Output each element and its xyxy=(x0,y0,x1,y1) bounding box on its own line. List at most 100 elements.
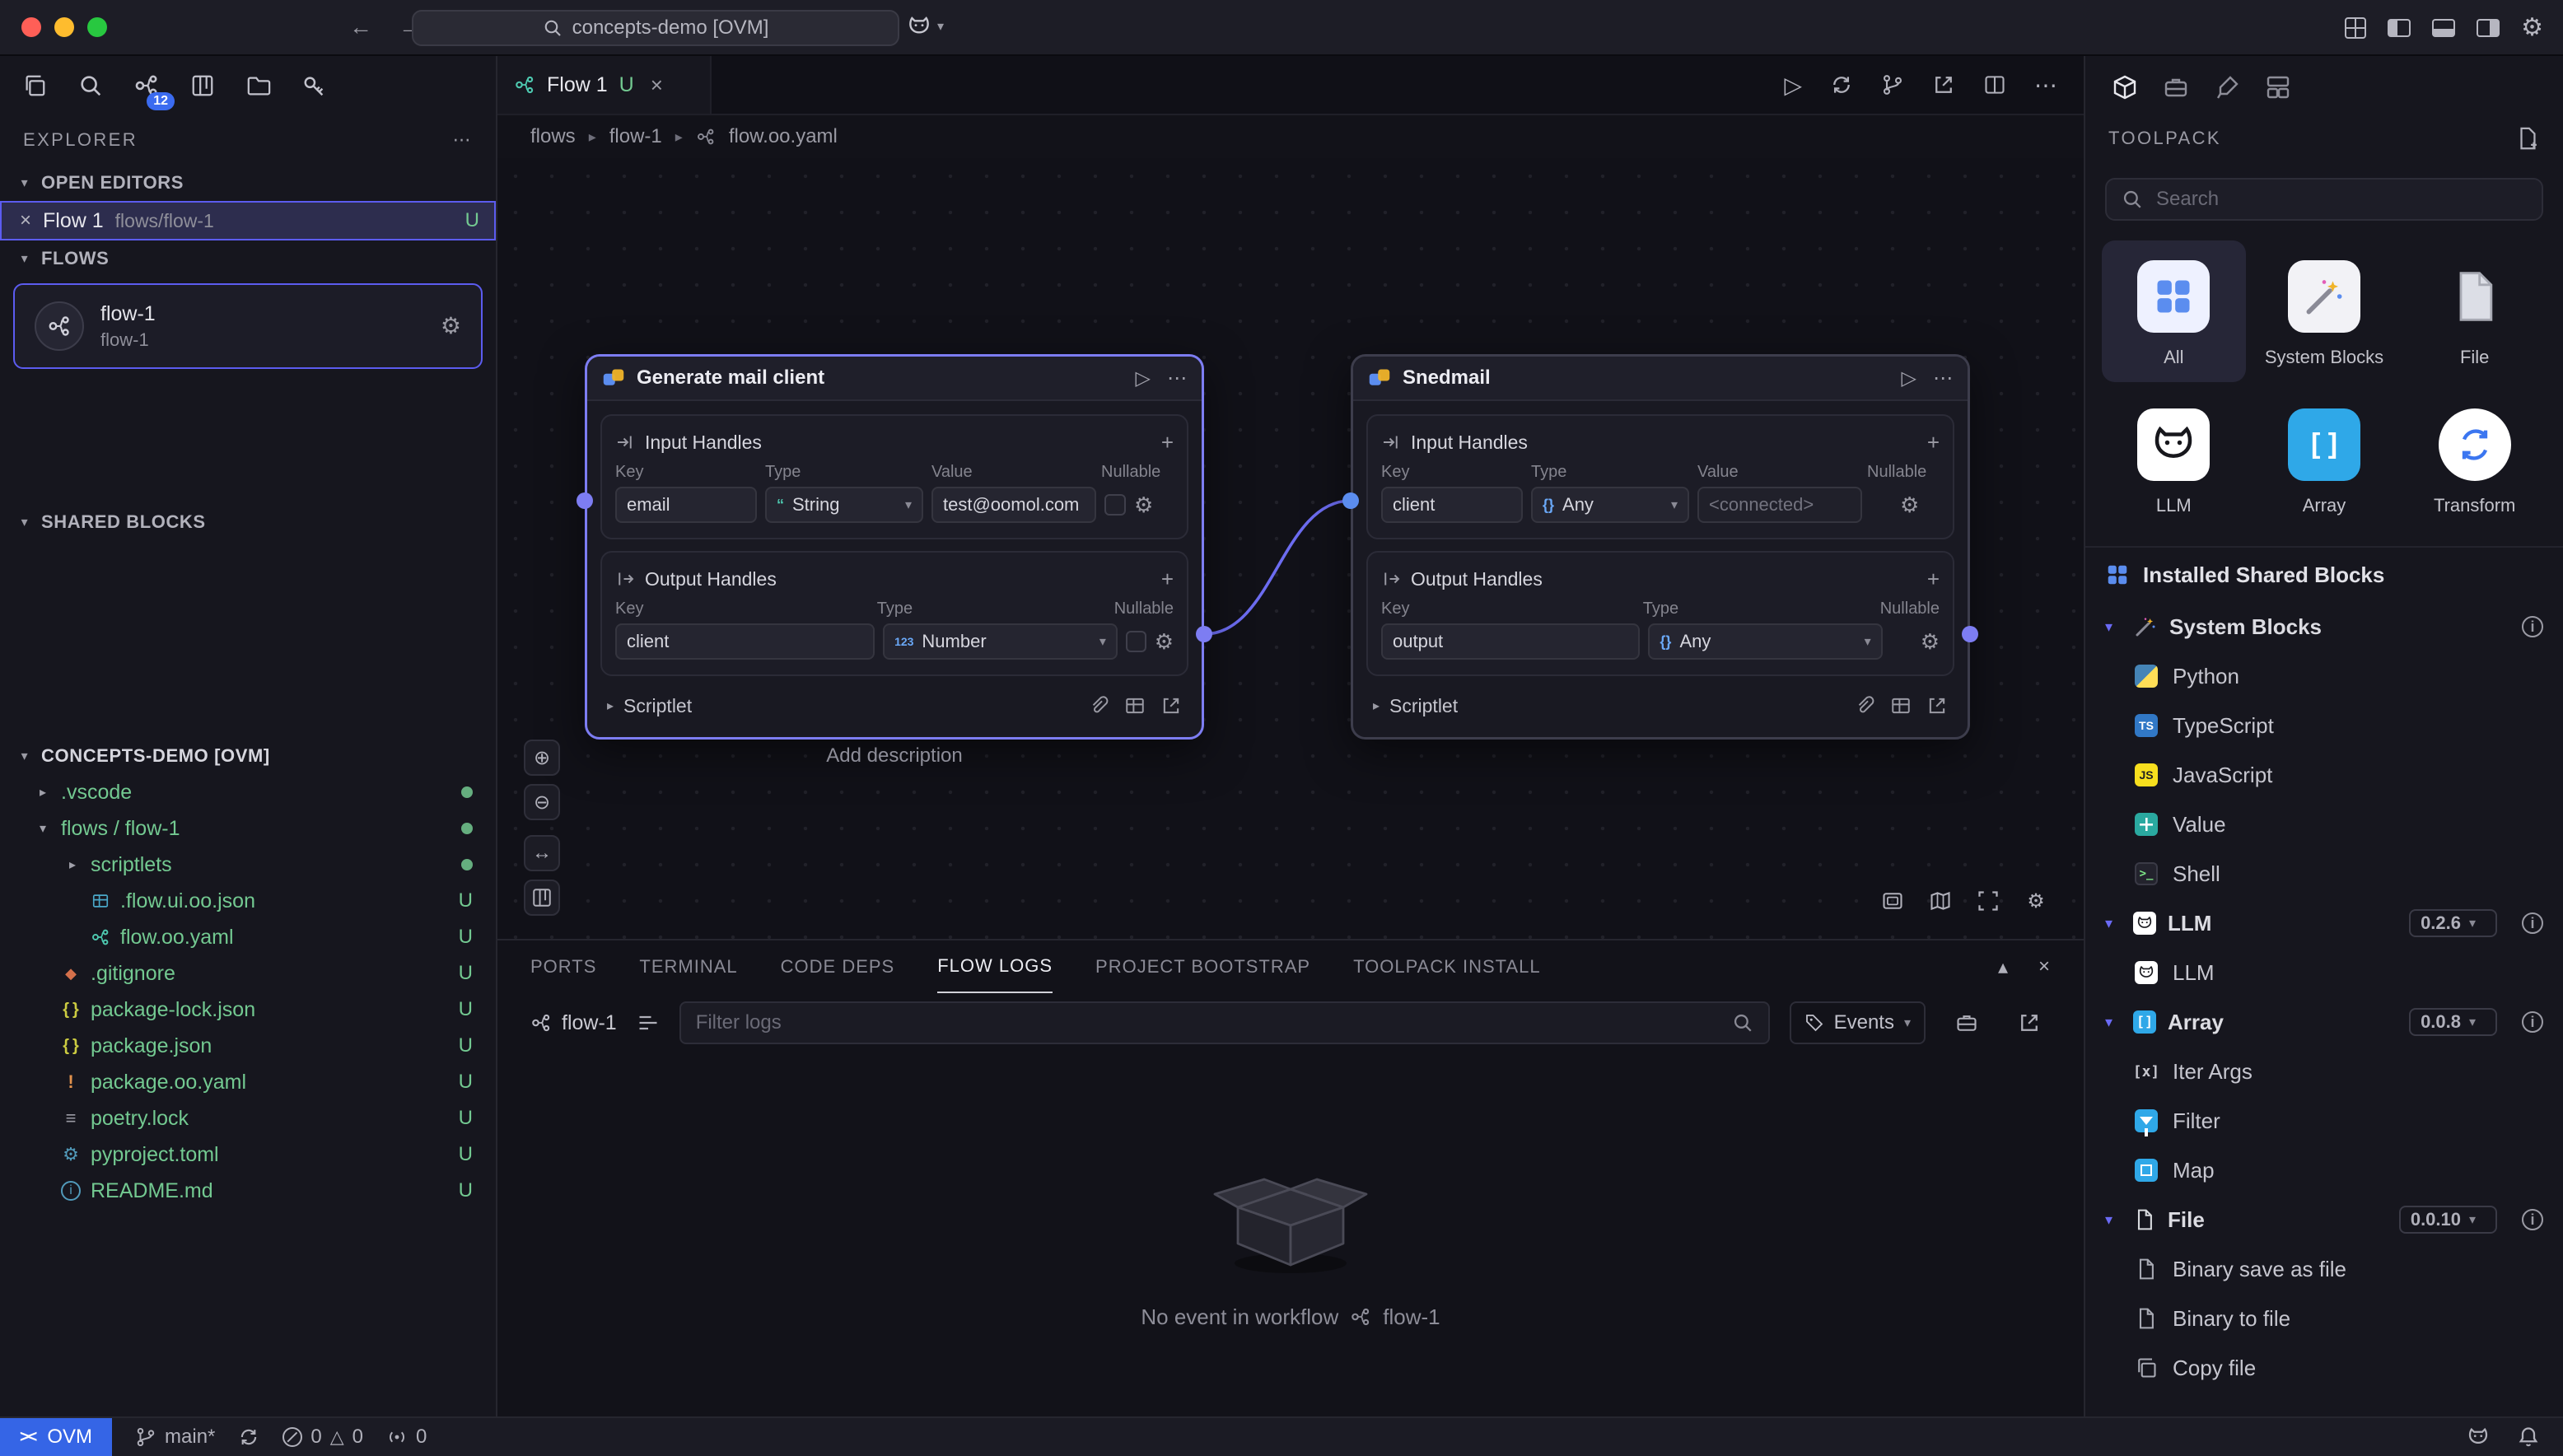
zoom-out-button[interactable]: ⊖ xyxy=(524,784,560,820)
type-select[interactable]: {} Any ▾ xyxy=(1531,487,1689,523)
window-zoom-button[interactable] xyxy=(87,17,107,37)
version-dropdown[interactable]: 0.2.6▾ xyxy=(2409,909,2497,937)
group-system-blocks[interactable]: ▾ System Blocks i xyxy=(2085,602,2563,651)
toolpack-search-field[interactable] xyxy=(2105,178,2543,221)
customize-layout-icon[interactable] xyxy=(2345,17,2366,39)
add-description-button[interactable]: Add description xyxy=(585,744,1204,768)
tree-item-vscode[interactable]: ▸.vscode xyxy=(0,774,496,810)
open-editors-section-header[interactable]: ▾ OPEN EDITORS xyxy=(0,165,496,201)
log-filter-input[interactable] xyxy=(696,1011,1719,1034)
tree-item-package-json[interactable]: { }package.jsonU xyxy=(0,1028,496,1064)
tool-file[interactable]: File xyxy=(2402,240,2547,382)
scriptlets-key-icon[interactable] xyxy=(296,68,333,104)
breadcrumb-item[interactable]: flow.oo.yaml xyxy=(729,125,838,148)
branch-compare-icon[interactable] xyxy=(1881,73,1904,96)
node-generate-mail-client[interactable]: Generate mail client ▷ ⋯ Input Handles +… xyxy=(585,354,1204,740)
handle-settings-gear-icon[interactable]: ⚙ xyxy=(1155,631,1174,652)
files-copy-icon[interactable] xyxy=(16,68,53,104)
split-editor-icon[interactable] xyxy=(1983,73,2006,96)
nullable-checkbox[interactable] xyxy=(1126,631,1146,652)
flow-selector[interactable]: flow-1 xyxy=(530,1011,617,1035)
sync-status[interactable] xyxy=(238,1426,259,1448)
version-dropdown[interactable]: 0.0.8▾ xyxy=(2409,1008,2497,1036)
rerun-icon[interactable] xyxy=(1830,73,1853,96)
brush-icon[interactable] xyxy=(2214,71,2240,101)
group-array[interactable]: ▾ [ ] Array 0.0.8▾ i xyxy=(2085,997,2563,1047)
table-icon[interactable] xyxy=(1124,695,1146,716)
value-input[interactable]: test@oomol.com xyxy=(931,487,1096,523)
export-icon[interactable] xyxy=(1932,73,1955,96)
tool-all[interactable]: All xyxy=(2102,240,2246,382)
tab-code-deps[interactable]: CODE DEPS xyxy=(781,940,895,993)
remote-indicator[interactable]: >< OVM xyxy=(0,1418,112,1456)
minimap-icon[interactable] xyxy=(1922,883,1958,919)
node-snedmail[interactable]: Snedmail ▷ ⋯ Input Handles + Key Type xyxy=(1351,354,1970,740)
open-editor-item-flow-1[interactable]: × Flow 1 flows/flow-1 U xyxy=(0,201,496,240)
flow-canvas[interactable]: Generate mail client ▷ ⋯ Input Handles +… xyxy=(497,158,2084,939)
add-handle-icon[interactable]: + xyxy=(1161,567,1174,592)
window-minimize-button[interactable] xyxy=(54,17,74,37)
scriptlet-section[interactable]: ▸ Scriptlet xyxy=(600,688,1188,724)
tab-flow-logs[interactable]: FLOW LOGS xyxy=(937,940,1053,993)
input-port-dot[interactable] xyxy=(1342,492,1359,509)
close-icon[interactable]: × xyxy=(20,209,31,232)
fullscreen-icon[interactable] xyxy=(1970,883,2006,919)
group-file[interactable]: ▾ File 0.0.10▾ i xyxy=(2085,1195,2563,1244)
history-back-button[interactable]: ← xyxy=(349,14,372,40)
flows-icon[interactable]: 12 xyxy=(128,68,165,104)
tab-terminal[interactable]: TERMINAL xyxy=(639,940,737,993)
key-input[interactable]: output xyxy=(1381,623,1640,660)
add-handle-icon[interactable]: + xyxy=(1927,567,1940,592)
flow-settings-gear-icon[interactable]: ⚙ xyxy=(441,315,461,338)
tab-project-bootstrap[interactable]: PROJECT BOOTSTRAP xyxy=(1095,940,1310,993)
tree-item-readme[interactable]: iREADME.mdU xyxy=(0,1173,496,1209)
open-external-icon[interactable] xyxy=(1926,695,1948,716)
key-input[interactable]: email xyxy=(615,487,757,523)
tree-item-poetry-lock[interactable]: ≡poetry.lockU xyxy=(0,1100,496,1136)
key-input[interactable]: client xyxy=(1381,487,1523,523)
group-llm[interactable]: ▾ LLM 0.2.6▾ i xyxy=(2085,898,2563,948)
block-item-filter[interactable]: Filter xyxy=(2085,1096,2563,1146)
block-item-javascript[interactable]: JSJavaScript xyxy=(2085,750,2563,800)
command-center-search[interactable]: concepts-demo [OVM] xyxy=(412,10,899,46)
problems-status[interactable]: 0 △ 0 xyxy=(282,1426,363,1449)
attachment-icon[interactable] xyxy=(1088,695,1109,716)
panel-maximize-icon[interactable]: ▴ xyxy=(1998,955,2009,979)
window-close-button[interactable] xyxy=(21,17,41,37)
log-levels-icon[interactable] xyxy=(637,1011,660,1034)
zoom-in-button[interactable]: ⊕ xyxy=(524,740,560,776)
handle-settings-gear-icon[interactable]: ⚙ xyxy=(1921,631,1940,652)
info-icon[interactable]: i xyxy=(2522,616,2543,637)
tab-flow-1[interactable]: Flow 1 U × xyxy=(497,56,712,114)
handle-settings-gear-icon[interactable]: ⚙ xyxy=(1134,494,1153,516)
preview-frame-icon[interactable] xyxy=(1874,883,1911,919)
info-icon[interactable]: i xyxy=(2522,1209,2543,1230)
breadcrumb-item[interactable]: flow-1 xyxy=(609,125,662,148)
flow-card-flow-1[interactable]: flow-1 flow-1 ⚙ xyxy=(13,283,483,369)
block-item-map[interactable]: Map xyxy=(2085,1146,2563,1195)
tree-item-gitignore[interactable]: ◆.gitignoreU xyxy=(0,955,496,992)
settings-gear-icon[interactable]: ⚙ xyxy=(2521,16,2543,40)
add-handle-icon[interactable]: + xyxy=(1927,430,1940,455)
output-port-dot[interactable] xyxy=(1962,626,1978,642)
folder-icon[interactable] xyxy=(240,68,277,104)
block-item-llm[interactable]: LLM xyxy=(2085,948,2563,997)
search-icon[interactable] xyxy=(72,68,109,104)
tab-ports[interactable]: PORTS xyxy=(530,940,596,993)
toolpack-search-input[interactable] xyxy=(2156,188,2527,211)
tree-item-flows-flow-1[interactable]: ▾flows / flow-1 xyxy=(0,810,496,847)
scriptlet-section[interactable]: ▸ Scriptlet xyxy=(1366,688,1954,724)
cat-icon[interactable] xyxy=(2466,1425,2491,1449)
type-select[interactable]: 123 Number ▾ xyxy=(883,623,1118,660)
auto-layout-button[interactable] xyxy=(524,880,560,916)
close-icon[interactable]: × xyxy=(651,72,663,98)
more-actions-icon[interactable]: ⋯ xyxy=(2034,72,2057,99)
toolbox-icon[interactable] xyxy=(2163,71,2189,101)
type-select[interactable]: “ String ▾ xyxy=(765,487,923,523)
new-toolpack-icon[interactable] xyxy=(2515,126,2540,151)
tool-transform[interactable]: Transform xyxy=(2402,389,2547,530)
tab-toolpack-install[interactable]: TOOLPACK INSTALL xyxy=(1353,940,1541,993)
block-item-shell[interactable]: >_Shell xyxy=(2085,849,2563,898)
toggle-secondary-sidebar-icon[interactable] xyxy=(2477,19,2500,37)
run-node-icon[interactable]: ▷ xyxy=(1902,366,1916,390)
